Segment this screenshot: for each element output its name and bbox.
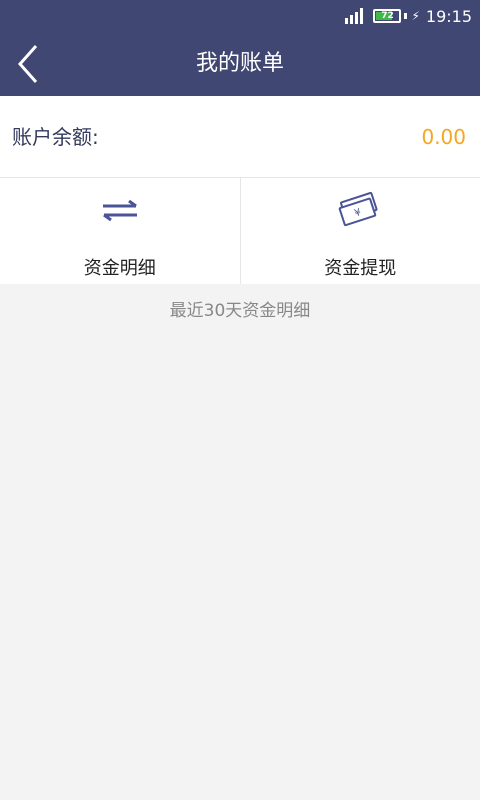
actions-panel: 资金明细 ¥ 资金提现 xyxy=(0,178,480,284)
battery-tip xyxy=(404,13,408,19)
signal-icon xyxy=(343,8,364,24)
balance-row: 账户余额: 0.00 xyxy=(0,96,480,178)
fund-withdraw-button[interactable]: ¥ 资金提现 xyxy=(239,178,480,284)
battery-level: 72 xyxy=(381,11,394,21)
fund-details-label: 资金明细 xyxy=(83,258,156,279)
fund-withdraw-label: 资金提现 xyxy=(324,258,397,279)
recent-details-heading: 最近30天资金明细 xyxy=(169,301,311,321)
status-bar: 72 ⚡ 19:15 xyxy=(0,0,480,32)
transfer-arrows-icon xyxy=(100,190,140,230)
fund-details-button[interactable]: 资金明细 xyxy=(0,178,240,284)
charging-icon: ⚡ xyxy=(411,9,420,23)
page-title: 我的账单 xyxy=(195,51,284,76)
battery-icon: 72 xyxy=(373,9,402,23)
cash-withdraw-icon: ¥ xyxy=(338,190,382,230)
balance-value: 0.00 xyxy=(421,125,466,149)
status-time: 19:15 xyxy=(425,6,472,26)
top-app-bar: 我的账单 xyxy=(0,32,480,96)
balance-label: 账户余额: xyxy=(12,125,99,149)
